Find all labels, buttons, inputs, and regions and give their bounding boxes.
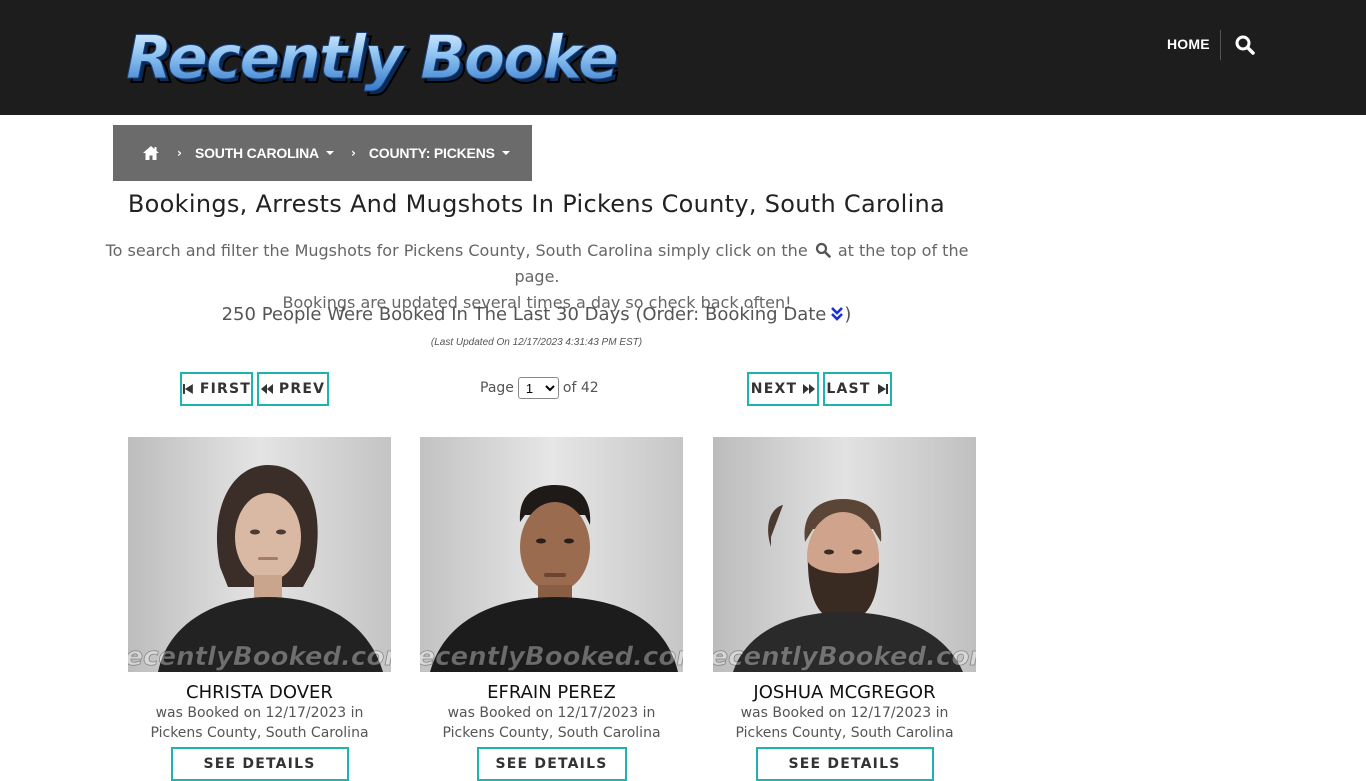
last-page-button[interactable]: LAST	[823, 372, 892, 406]
watermark-text: RecentlyBooked.com	[128, 642, 391, 672]
booking-card[interactable]: RecentlyBooked.com JOSHUA MCGREGOR was B…	[713, 437, 976, 781]
booking-date-text: was Booked on 12/17/2023 in	[740, 705, 949, 721]
breadcrumb-state-label: SOUTH CAROLINA	[194, 145, 319, 161]
booking-location-text: Pickens County, South Carolina	[442, 725, 661, 741]
watermark-text: RecentlyBooked.com	[713, 642, 976, 672]
nav-divider	[1220, 30, 1221, 60]
site-header: Recently Booked Recently Booked HOME	[0, 0, 1366, 115]
nav-home-link[interactable]: HOME	[1167, 36, 1210, 52]
prev-page-label: PREV	[278, 381, 326, 397]
see-details-button[interactable]: SEE DETAILS	[476, 747, 627, 781]
page-label: Page	[480, 380, 514, 396]
chevron-right-icon: ›	[177, 146, 182, 160]
person-name[interactable]: EFRAIN PEREZ	[420, 682, 683, 703]
forward-icon	[803, 384, 816, 394]
site-logo[interactable]: Recently Booked Recently Booked	[126, 18, 668, 99]
breadcrumb-state-dropdown[interactable]: SOUTH CAROLINA	[195, 145, 334, 161]
logo-text: Recently Booked	[126, 23, 618, 93]
caret-down-icon	[325, 151, 334, 155]
breadcrumb: › SOUTH CAROLINA › COUNTY: PICKENS	[113, 125, 532, 181]
booking-card[interactable]: RecentlyBooked.com EFRAIN PEREZ was Book…	[420, 437, 683, 781]
first-page-label: FIRST	[199, 381, 251, 397]
page-selector: Page 1 of 42	[480, 377, 599, 399]
double-chevron-down-icon[interactable]	[830, 306, 844, 322]
booking-location-text: Pickens County, South Carolina	[735, 725, 954, 741]
step-backward-icon	[182, 384, 193, 394]
next-page-label: NEXT	[750, 381, 798, 397]
page-select[interactable]: 1	[517, 377, 559, 399]
mugshot-photo[interactable]: RecentlyBooked.com	[128, 437, 391, 672]
last-page-label: LAST	[826, 381, 871, 397]
booking-info: was Booked on 12/17/2023 in Pickens Coun…	[128, 703, 391, 743]
booking-location-text: Pickens County, South Carolina	[150, 725, 369, 741]
see-details-button[interactable]: SEE DETAILS	[755, 747, 934, 781]
mugshot-image: RecentlyBooked.com	[128, 437, 391, 672]
prev-page-button[interactable]: PREV	[257, 372, 329, 406]
logo-graphic: Recently Booked Recently Booked	[126, 23, 668, 99]
backward-icon	[260, 384, 273, 394]
booking-card[interactable]: RecentlyBooked.com CHRISTA DOVER was Boo…	[128, 437, 391, 781]
intro-text-before: To search and filter the Mugshots for Pi…	[105, 241, 808, 260]
page-total-label: of 42	[562, 380, 599, 396]
person-name[interactable]: JOSHUA MCGREGOR	[713, 682, 976, 703]
breadcrumb-county-label: COUNTY: PICKENS	[368, 145, 495, 161]
person-name[interactable]: CHRISTA DOVER	[128, 682, 391, 703]
booking-count-text: 250 People Were Booked In The Last 30 Da…	[221, 304, 827, 325]
booking-date-text: was Booked on 12/17/2023 in	[155, 705, 364, 721]
mugshot-photo[interactable]: RecentlyBooked.com	[420, 437, 683, 672]
mugshot-image: RecentlyBooked.com	[420, 437, 683, 672]
next-page-button[interactable]: NEXT	[747, 372, 819, 406]
first-page-button[interactable]: FIRST	[180, 372, 253, 406]
chevron-right-icon: ›	[350, 146, 356, 160]
see-details-button[interactable]: SEE DETAILS	[170, 747, 349, 781]
mugshot-photo[interactable]: RecentlyBooked.com	[713, 437, 976, 672]
booking-count: 250 People Were Booked In The Last 30 Da…	[113, 304, 960, 325]
mugshot-image: RecentlyBooked.com	[713, 437, 976, 672]
booking-info: was Booked on 12/17/2023 in Pickens Coun…	[713, 703, 976, 743]
page-title: Bookings, Arrests And Mugshots In Picken…	[127, 190, 946, 218]
search-icon	[815, 240, 831, 258]
home-icon[interactable]	[142, 145, 160, 161]
booking-info: was Booked on 12/17/2023 in Pickens Coun…	[420, 703, 683, 743]
last-updated: (Last Updated On 12/17/2023 4:31:43 PM E…	[430, 337, 643, 348]
breadcrumb-county-dropdown[interactable]: COUNTY: PICKENS	[369, 145, 510, 161]
booking-count-close: )	[844, 304, 852, 325]
caret-down-icon	[501, 151, 510, 155]
search-icon[interactable]	[1234, 34, 1256, 56]
step-forward-icon	[877, 384, 888, 394]
watermark-text: RecentlyBooked.com	[420, 642, 683, 672]
booking-date-text: was Booked on 12/17/2023 in	[447, 705, 656, 721]
